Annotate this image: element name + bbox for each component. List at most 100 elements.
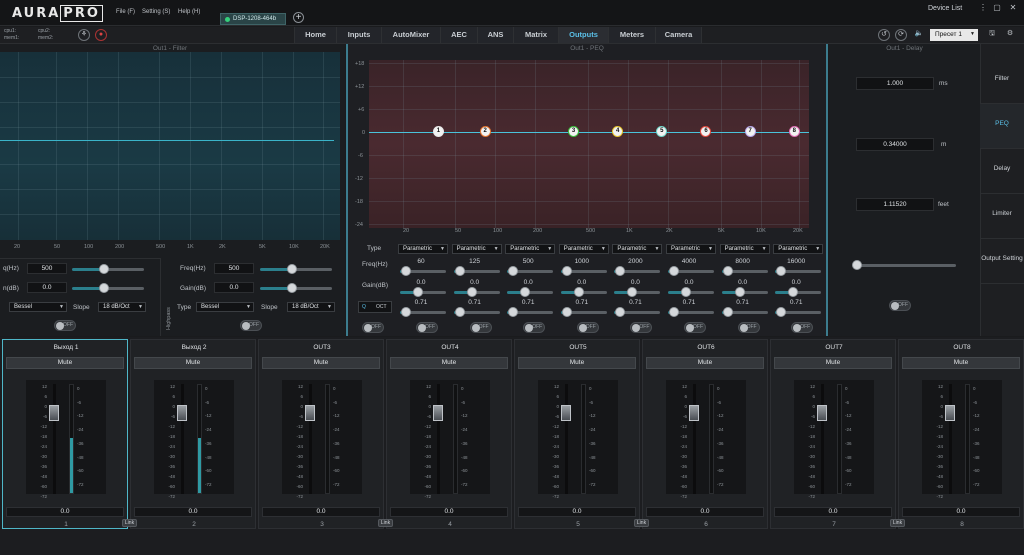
peq-band-8-gain[interactable]: 0.0 bbox=[773, 279, 819, 286]
peq-q-oct-switch[interactable]: Q OCT bbox=[358, 301, 392, 313]
fader-handle[interactable] bbox=[817, 405, 827, 421]
peq-band-7-gain-slider[interactable] bbox=[734, 287, 745, 297]
channel-strip[interactable]: OUT6 Mute 12 6 0 -6 -12 -18 -24 -30 -36 -48 -60 -72… bbox=[642, 339, 768, 529]
peq-band-6-gain-slider[interactable] bbox=[681, 287, 691, 297]
mute-button[interactable]: Mute bbox=[6, 357, 124, 369]
lowpass-type-select[interactable]: Bessel ▼ bbox=[9, 302, 67, 312]
peq-q-mode[interactable]: Q bbox=[362, 304, 366, 310]
channel-name[interactable]: OUT3 bbox=[259, 344, 385, 351]
peq-band-7-freq[interactable]: 8000 bbox=[720, 258, 766, 265]
channel-name[interactable]: OUT5 bbox=[515, 344, 641, 351]
channel-strip[interactable]: OUT4 Mute 12 6 0 -6 -12 -18 -24 -30 -36 -48 -60 -72… bbox=[386, 339, 512, 529]
tab-camera[interactable]: Camera bbox=[655, 27, 702, 43]
mute-button[interactable]: Mute bbox=[390, 357, 508, 369]
highpass-gain-input[interactable]: 0.0 bbox=[214, 282, 254, 293]
peq-band-6-q-slider[interactable] bbox=[669, 307, 679, 317]
tab-matrix[interactable]: Matrix bbox=[513, 27, 558, 43]
peq-band-6-toggle[interactable]: OFF bbox=[684, 322, 706, 333]
peq-band-2-freq-slider[interactable] bbox=[454, 266, 465, 276]
tab-inputs[interactable]: Inputs bbox=[336, 27, 381, 43]
close-icon[interactable]: ✕ bbox=[1008, 3, 1018, 13]
gear-icon[interactable]: ⚙ bbox=[1004, 29, 1016, 41]
peq-band-8-freq[interactable]: 16000 bbox=[773, 258, 819, 265]
channel-name[interactable]: OUT4 bbox=[387, 344, 513, 351]
gain-readout[interactable]: 0.0 bbox=[518, 507, 636, 517]
highpass-freq-input[interactable]: 500 bbox=[214, 263, 254, 274]
peq-band-5-gain[interactable]: 0.0 bbox=[612, 279, 658, 286]
fader-handle[interactable] bbox=[689, 405, 699, 421]
peq-band-4-freq-slider[interactable] bbox=[561, 266, 572, 276]
volume-icon[interactable]: 🔈 bbox=[913, 29, 925, 41]
lowpass-gain-slider[interactable] bbox=[99, 283, 109, 293]
peq-band-8-type-select[interactable]: Parametric ▼ bbox=[773, 244, 824, 254]
channel-strip[interactable]: OUT3 Mute 12 6 0 -6 -12 -18 -24 -30 -36 -48 -60 -72… bbox=[258, 339, 384, 529]
fader-handle[interactable] bbox=[561, 405, 571, 421]
channel-name[interactable]: OUT7 bbox=[771, 344, 897, 351]
peq-band-1-q[interactable]: 0.71 bbox=[398, 299, 444, 306]
mute-button[interactable]: Mute bbox=[646, 357, 764, 369]
mute-button[interactable]: Mute bbox=[902, 357, 1020, 369]
side-tab-output-setting[interactable]: Output Setting bbox=[980, 239, 1024, 284]
device-tab[interactable]: DSP-1208-464b bbox=[220, 13, 286, 25]
menu-setting[interactable]: Setting (S) bbox=[142, 9, 170, 15]
peq-band-2-gain-slider[interactable] bbox=[466, 287, 477, 297]
peq-band-8-toggle[interactable]: OFF bbox=[791, 322, 814, 333]
peq-band-6-freq[interactable]: 4000 bbox=[666, 258, 712, 265]
record-icon[interactable]: ● bbox=[95, 29, 107, 41]
preset-select[interactable]: Пресет 1 ▼ bbox=[930, 29, 978, 41]
gain-readout[interactable]: 0.0 bbox=[6, 507, 124, 517]
peq-graph[interactable] bbox=[369, 60, 809, 228]
gain-readout[interactable]: 0.0 bbox=[774, 507, 892, 517]
minimize-icon[interactable]: ▢ bbox=[992, 3, 1002, 13]
fader-handle[interactable] bbox=[49, 405, 59, 421]
channel-strip[interactable]: OUT5 Mute 12 6 0 -6 -12 -18 -24 -30 -36 -48 -60 -72… bbox=[514, 339, 640, 529]
peq-band-7-type-select[interactable]: Parametric ▼ bbox=[719, 244, 770, 254]
lowpass-freq-slider[interactable] bbox=[99, 264, 109, 274]
fader-handle[interactable] bbox=[433, 405, 443, 421]
device-list-label[interactable]: Device List bbox=[928, 5, 962, 12]
tab-automixer[interactable]: AutoMixer bbox=[381, 27, 440, 43]
menu-file[interactable]: File (F) bbox=[116, 9, 135, 15]
link-button[interactable]: Link bbox=[890, 519, 905, 527]
highpass-slope-select[interactable]: 18 dB/Oct ▼ bbox=[287, 302, 335, 312]
peq-band-1-q-slider[interactable] bbox=[401, 307, 411, 317]
peq-band-3-toggle[interactable]: OFF bbox=[523, 322, 546, 333]
peq-band-1-marker[interactable]: 1 bbox=[432, 126, 444, 137]
highpass-freq-slider[interactable] bbox=[287, 264, 297, 274]
gain-readout[interactable]: 0.0 bbox=[902, 507, 1020, 517]
peq-band-5-type-select[interactable]: Parametric ▼ bbox=[612, 244, 663, 254]
peq-band-6-gain[interactable]: 0.0 bbox=[666, 279, 712, 286]
channel-strip[interactable]: Выход 2 Mute 12 6 0 -6 -12 -18 -24 -30 -36 -48 -60… bbox=[130, 339, 256, 529]
peq-band-7-marker[interactable]: 7 bbox=[744, 126, 756, 137]
peq-band-3-type-select[interactable]: Parametric ▼ bbox=[505, 244, 556, 254]
undo-icon[interactable]: ↺ bbox=[878, 29, 890, 41]
peq-band-2-freq[interactable]: 125 bbox=[452, 258, 498, 265]
fader-handle[interactable] bbox=[305, 405, 315, 421]
peq-band-7-q[interactable]: 0.71 bbox=[720, 299, 766, 306]
tab-home[interactable]: Home bbox=[294, 27, 336, 43]
tab-aec[interactable]: AEC bbox=[440, 27, 477, 43]
add-tab-icon[interactable]: + bbox=[293, 12, 304, 23]
peq-band-5-toggle[interactable]: OFF bbox=[630, 322, 653, 333]
delay-ms-input[interactable]: 1.000 bbox=[856, 77, 934, 90]
peq-band-3-gain[interactable]: 0.0 bbox=[505, 279, 551, 286]
mute-button[interactable]: Mute bbox=[518, 357, 636, 369]
tab-ans[interactable]: ANS bbox=[477, 27, 513, 43]
peq-master-toggle[interactable]: OFF bbox=[362, 322, 384, 333]
mute-button[interactable]: Mute bbox=[774, 357, 892, 369]
side-tab-limiter[interactable]: Limiter bbox=[980, 194, 1024, 239]
sync-icon[interactable]: ⟳ bbox=[895, 29, 907, 41]
side-tab-delay[interactable]: Delay bbox=[980, 149, 1024, 194]
channel-name[interactable]: Выход 1 bbox=[3, 344, 129, 351]
peq-band-8-marker[interactable]: 8 bbox=[788, 126, 800, 137]
channel-name[interactable]: Выход 2 bbox=[131, 344, 257, 351]
peq-band-4-gain-slider[interactable] bbox=[573, 287, 584, 297]
peq-band-4-toggle[interactable]: OFF bbox=[576, 322, 599, 333]
delay-slider[interactable] bbox=[852, 260, 862, 270]
save-icon[interactable]: 🖫 bbox=[986, 29, 998, 41]
delay-bypass-toggle[interactable]: OFF bbox=[889, 300, 911, 311]
tab-outputs[interactable]: Outputs bbox=[558, 27, 608, 43]
mute-button[interactable]: Mute bbox=[134, 357, 252, 369]
peq-band-5-freq[interactable]: 2000 bbox=[612, 258, 658, 265]
gain-readout[interactable]: 0.0 bbox=[390, 507, 508, 517]
